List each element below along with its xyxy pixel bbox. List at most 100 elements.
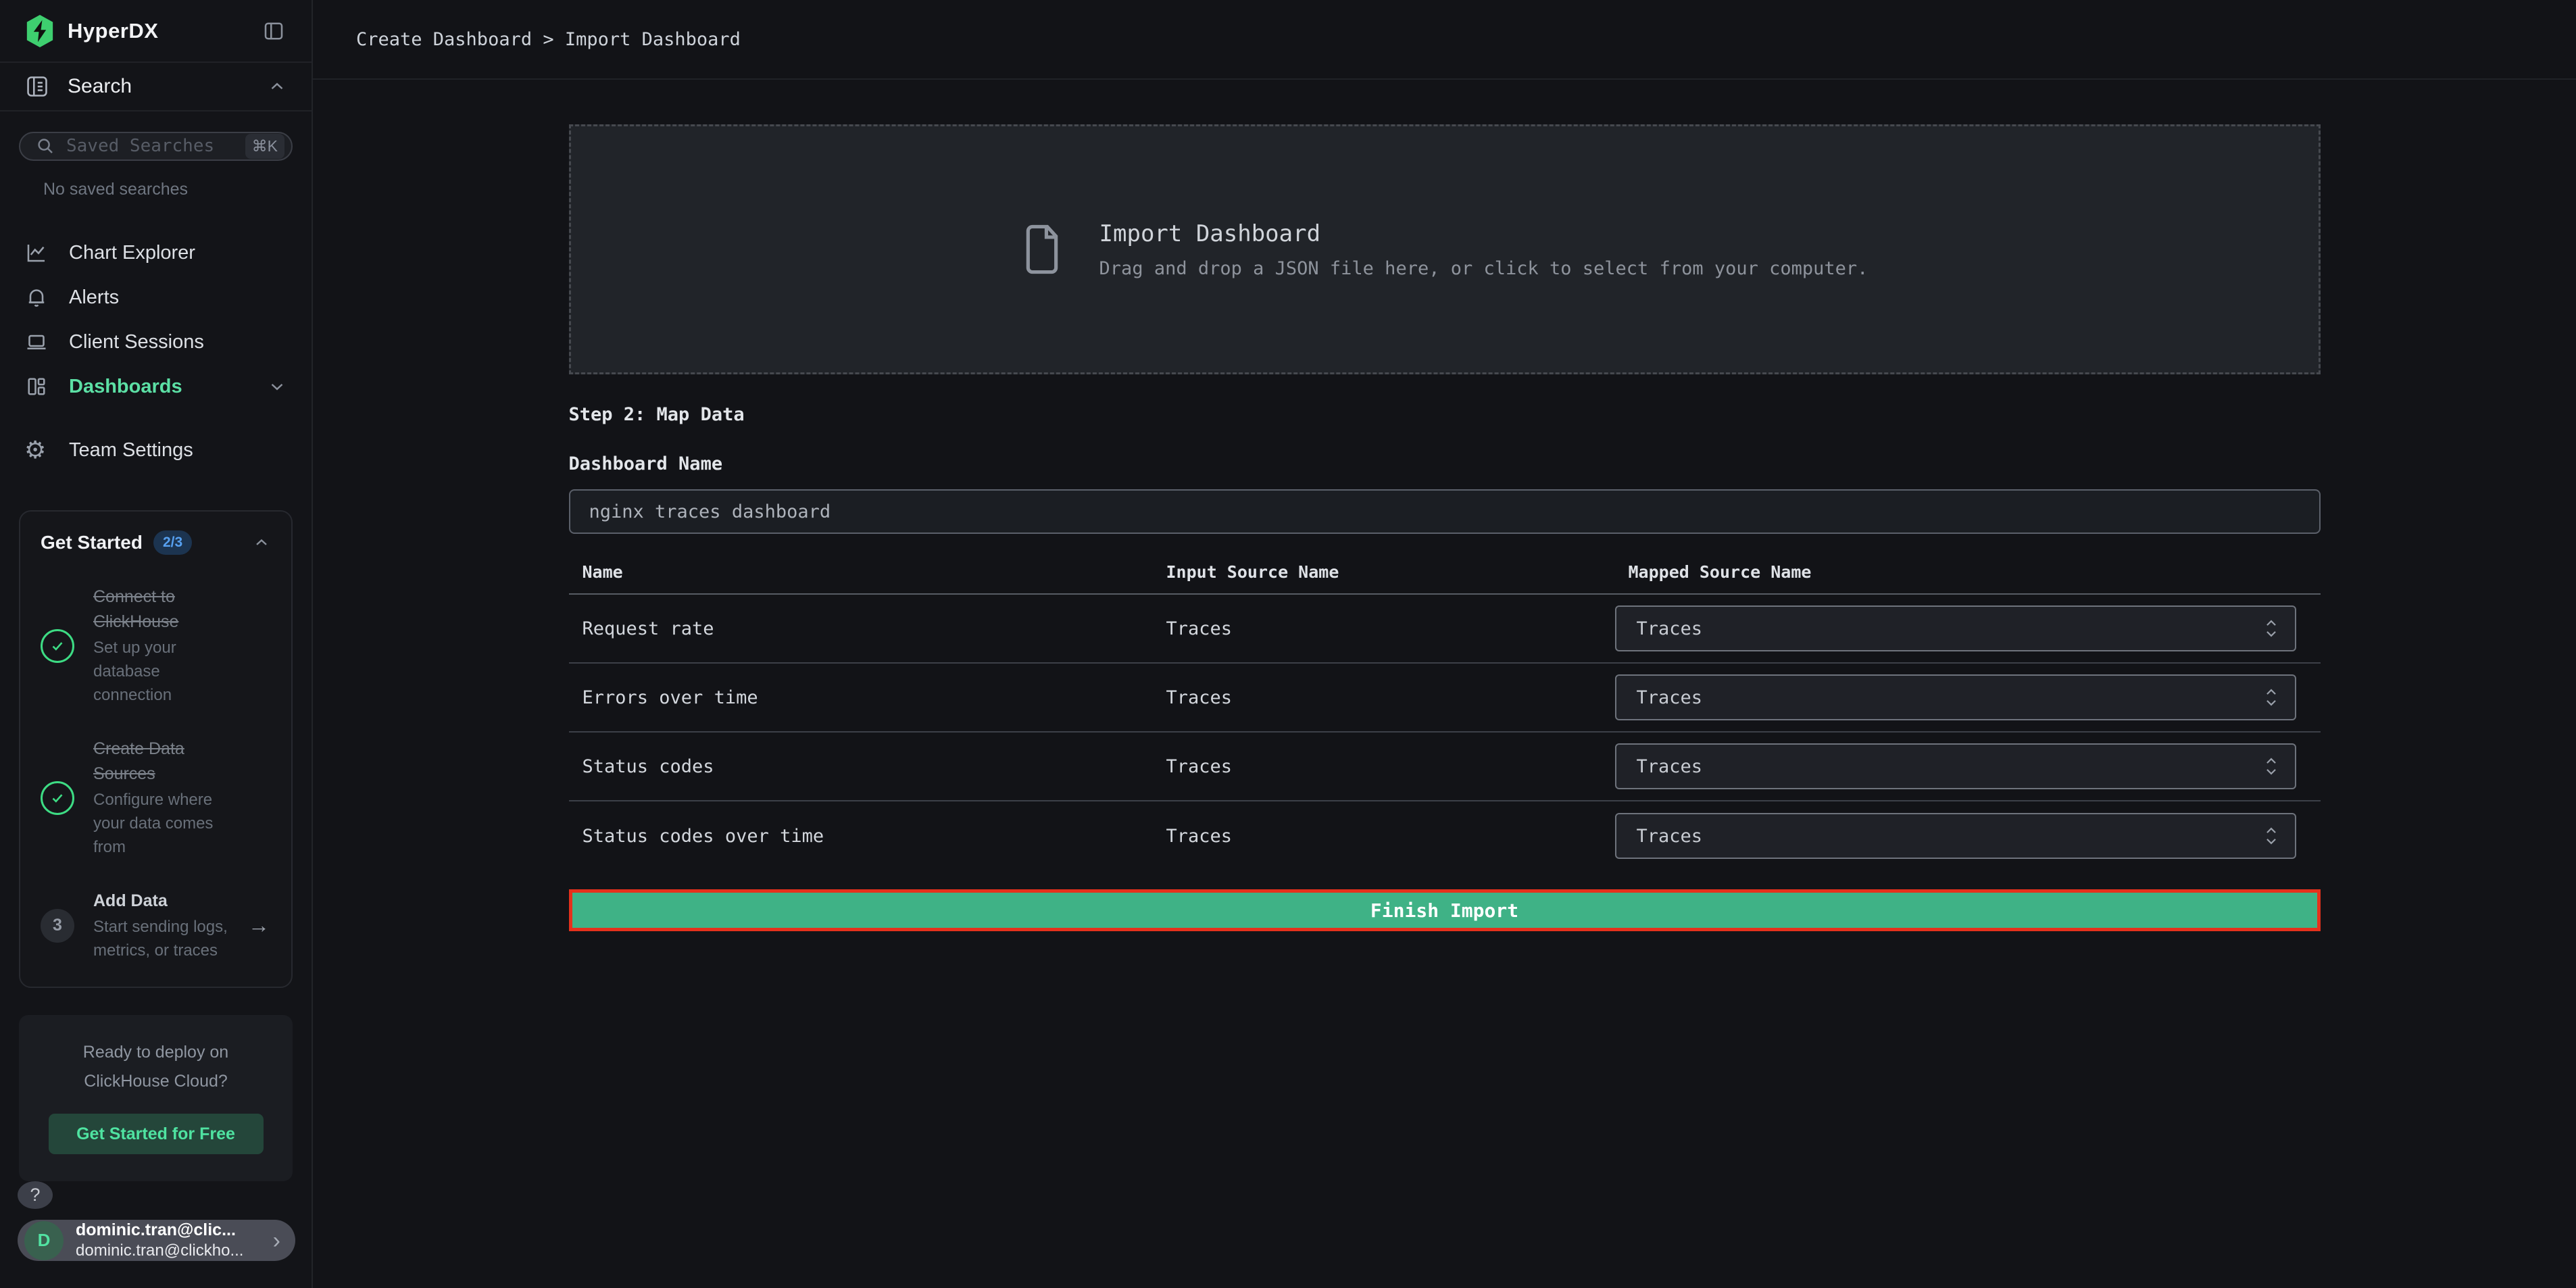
table-row: Status codes Traces Traces xyxy=(569,733,2321,801)
logo-row: HyperDX xyxy=(0,0,312,63)
chevron-down-icon xyxy=(267,376,287,397)
chart-name-cell: Request rate xyxy=(569,618,1153,639)
sidebar-item-search[interactable]: Search xyxy=(0,63,312,111)
dropzone-title: Import Dashboard xyxy=(1099,220,1868,247)
search-section-icon xyxy=(24,74,50,99)
user-menu[interactable]: D dominic.tran@clic... dominic.tran@clic… xyxy=(18,1220,295,1261)
chevron-up-icon xyxy=(252,533,271,552)
input-source-cell: Traces xyxy=(1153,756,1615,777)
get-started-title: Get Started xyxy=(41,532,143,553)
sidebar-item-label: Dashboards xyxy=(69,376,267,398)
deploy-text-line1: Ready to deploy on xyxy=(38,1038,274,1067)
topbar: Create Dashboard > Import Dashboard xyxy=(313,0,2576,80)
arrow-right-icon: → xyxy=(248,913,271,938)
user-name: dominic.tran@clic... xyxy=(76,1220,273,1241)
table-row: Request rate Traces Traces xyxy=(569,595,2321,664)
search-icon xyxy=(35,136,55,156)
main-area: Create Dashboard > Import Dashboard Impo… xyxy=(313,0,2576,1288)
user-email: dominic.tran@clickho... xyxy=(76,1241,273,1261)
search-section-label: Search xyxy=(68,75,267,98)
sidebar-item-label: Alerts xyxy=(69,287,287,309)
column-header-input-source: Input Source Name xyxy=(1153,562,1615,582)
step-desc: Start sending logs, metrics, or traces xyxy=(93,915,230,962)
import-dropzone[interactable]: Import Dashboard Drag and drop a JSON fi… xyxy=(569,124,2321,374)
select-chevrons-icon xyxy=(2262,824,2280,847)
table-header-row: Name Input Source Name Mapped Source Nam… xyxy=(569,550,2321,595)
deploy-text-line2: ClickHouse Cloud? xyxy=(38,1067,274,1096)
step-desc: Set up your database connection xyxy=(93,636,230,707)
mapped-source-select[interactable]: Traces xyxy=(1615,813,2296,859)
saved-searches-input[interactable] xyxy=(66,136,245,156)
input-source-cell: Traces xyxy=(1153,618,1615,639)
sidebar: HyperDX Search ⌘K No saved searches xyxy=(0,0,313,1288)
bell-icon xyxy=(24,285,51,309)
sidebar-item-chart-explorer[interactable]: Chart Explorer xyxy=(0,230,312,275)
sidebar-nav: Chart Explorer Alerts Client Sessions Da… xyxy=(0,230,312,472)
chevron-up-icon xyxy=(267,76,287,97)
sidebar-item-alerts[interactable]: Alerts xyxy=(0,275,312,320)
chart-name-cell: Status codes xyxy=(569,756,1153,777)
content: Import Dashboard Drag and drop a JSON fi… xyxy=(313,80,2576,1288)
selected-option: Traces xyxy=(1637,687,2262,708)
chevron-right-icon: › xyxy=(273,1229,280,1252)
saved-searches-input-wrap: ⌘K xyxy=(19,132,293,161)
sidebar-item-team-settings[interactable]: ⚙ Team Settings xyxy=(0,428,312,472)
column-header-name: Name xyxy=(569,562,1153,582)
dashboard-name-input[interactable] xyxy=(569,489,2321,534)
sidebar-item-client-sessions[interactable]: Client Sessions xyxy=(0,320,312,364)
get-started-header[interactable]: Get Started 2/3 xyxy=(41,530,271,555)
get-started-card: Get Started 2/3 Connect to ClickHouse Se… xyxy=(19,510,293,988)
mapped-source-select[interactable]: Traces xyxy=(1615,674,2296,720)
sidebar-item-label: Team Settings xyxy=(69,439,287,462)
step-title: Create Data Sources xyxy=(93,737,230,787)
deploy-promo-card: Ready to deploy on ClickHouse Cloud? Get… xyxy=(19,1015,293,1181)
progress-badge: 2/3 xyxy=(153,530,192,555)
chart-name-cell: Errors over time xyxy=(569,687,1153,708)
line-chart-icon xyxy=(24,241,51,265)
mapping-table: Name Input Source Name Mapped Source Nam… xyxy=(569,550,2321,870)
dashboard-name-label: Dashboard Name xyxy=(569,453,2321,474)
select-chevrons-icon xyxy=(2262,617,2280,640)
avatar: D xyxy=(24,1221,64,1260)
get-started-step-add-data[interactable]: 3 Add Data Start sending logs, metrics, … xyxy=(41,889,271,962)
collapse-sidebar-icon[interactable] xyxy=(260,18,287,45)
selected-option: Traces xyxy=(1637,756,2262,777)
sidebar-item-label: Chart Explorer xyxy=(69,242,287,264)
finish-import-button[interactable]: Finish Import xyxy=(569,889,2321,931)
check-circle-icon xyxy=(41,629,74,663)
get-started-step-sources[interactable]: Create Data Sources Configure where your… xyxy=(41,737,271,859)
input-source-cell: Traces xyxy=(1153,826,1615,847)
gear-icon: ⚙ xyxy=(24,438,51,462)
step-title: Connect to ClickHouse xyxy=(93,585,230,635)
dropzone-subtitle: Drag and drop a JSON file here, or click… xyxy=(1099,258,1868,279)
step-number-badge: 3 xyxy=(41,909,74,943)
laptop-icon xyxy=(24,330,51,354)
table-row: Errors over time Traces Traces xyxy=(569,664,2321,733)
chart-name-cell: Status codes over time xyxy=(569,826,1153,847)
sidebar-item-dashboards[interactable]: Dashboards xyxy=(0,364,312,409)
selected-option: Traces xyxy=(1637,618,2262,639)
selected-option: Traces xyxy=(1637,826,2262,847)
input-source-cell: Traces xyxy=(1153,687,1615,708)
get-started-free-button[interactable]: Get Started for Free xyxy=(49,1114,264,1154)
breadcrumb: Create Dashboard > Import Dashboard xyxy=(356,29,741,50)
dashboard-layout-icon xyxy=(24,374,51,399)
check-circle-icon xyxy=(41,781,74,815)
hyperdx-logo-icon xyxy=(24,14,55,48)
get-started-step-connect[interactable]: Connect to ClickHouse Set up your databa… xyxy=(41,585,271,707)
step-desc: Configure where your data comes from xyxy=(93,788,230,859)
column-header-mapped-source: Mapped Source Name xyxy=(1615,562,2321,582)
mapped-source-select[interactable]: Traces xyxy=(1615,605,2296,651)
sidebar-item-label: Client Sessions xyxy=(69,331,287,353)
step-title: Add Data xyxy=(93,889,230,914)
step-heading: Step 2: Map Data xyxy=(569,404,2321,425)
keyboard-shortcut-badge: ⌘K xyxy=(245,134,284,159)
app-title: HyperDX xyxy=(68,19,260,43)
help-button[interactable]: ? xyxy=(18,1181,53,1209)
select-chevrons-icon xyxy=(2262,755,2280,778)
select-chevrons-icon xyxy=(2262,686,2280,709)
mapped-source-select[interactable]: Traces xyxy=(1615,743,2296,789)
no-saved-searches-text: No saved searches xyxy=(43,180,312,199)
file-icon xyxy=(1021,222,1063,277)
table-row: Status codes over time Traces Traces xyxy=(569,801,2321,870)
